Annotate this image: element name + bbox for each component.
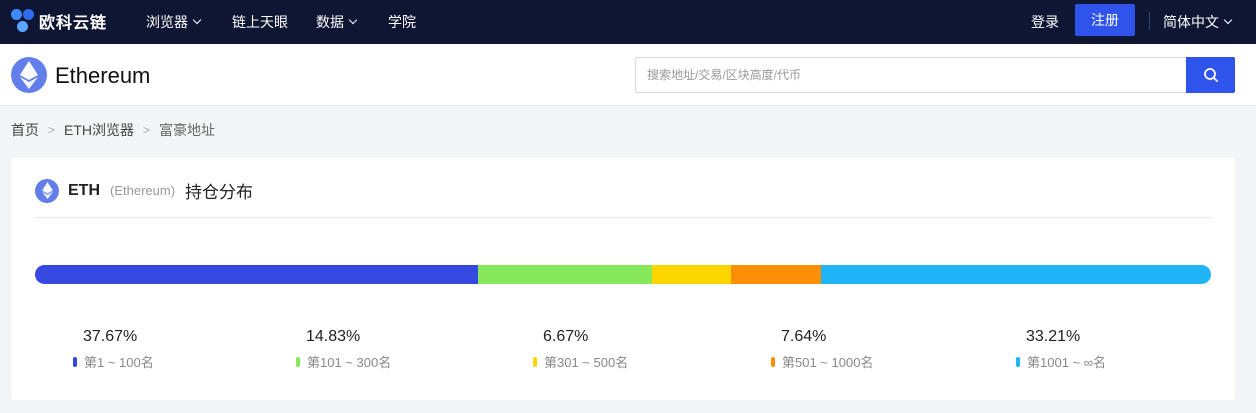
legend-range-label: 第101 ~ 300名 (307, 355, 392, 370)
nav-item-explorer[interactable]: 浏览器 (146, 12, 202, 32)
breadcrumb-separator: > (48, 123, 56, 137)
legend-range: 第1001 ~ ∞名 (1016, 352, 1106, 371)
legend-range: 第101 ~ 300名 (296, 352, 391, 371)
legend-color-swatch (1016, 356, 1020, 367)
chain-header: Ethereum (0, 44, 1256, 106)
brand-name: 欧科云链 (39, 15, 108, 32)
legend-color-swatch (771, 356, 775, 367)
register-button[interactable]: 注册 (1075, 4, 1135, 36)
page-title: Ethereum (55, 63, 151, 88)
breadcrumb-current: 富豪地址 (159, 122, 216, 138)
breadcrumb-separator: > (143, 123, 151, 137)
legend-percent: 37.67% (83, 328, 138, 345)
legend-percent: 7.64% (781, 328, 827, 345)
nav-item-onchain-eye[interactable]: 链上天眼 (232, 12, 288, 32)
nav-item-label: 数据 (316, 14, 344, 30)
legend-range-label: 第1001 ~ ∞名 (1027, 355, 1107, 370)
breadcrumb-home[interactable]: 首页 (11, 120, 39, 140)
chevron-down-icon (1223, 15, 1233, 25)
nav-item-academy[interactable]: 学院 (388, 12, 416, 32)
nav-item-data[interactable]: 数据 (316, 12, 358, 32)
distribution-segment[interactable] (477, 265, 653, 284)
coin-symbol: ETH (68, 181, 100, 199)
language-label: 简体中文 (1163, 14, 1219, 30)
brand-logo[interactable]: 欧科云链 (11, 9, 107, 33)
distribution-segment[interactable] (730, 265, 821, 284)
distribution-bar (35, 265, 1211, 284)
breadcrumb: 首页 > ETH浏览器 > 富豪地址 (11, 120, 215, 140)
distribution-segment[interactable] (820, 265, 1211, 284)
coin-name: (Ethereum) (110, 183, 176, 198)
holding-distribution-card: ETH (Ethereum) 持仓分布 37.67% 第1 ~ 100名 14.83… (11, 158, 1235, 400)
legend-item: 33.21% 第1001 ~ ∞名 (1016, 328, 1106, 371)
distribution-segment[interactable] (35, 265, 478, 284)
legend-percent: 14.83% (306, 328, 361, 345)
legend-percent: 6.67% (543, 328, 589, 345)
login-link[interactable]: 登录 (1031, 12, 1059, 32)
card-divider (35, 217, 1212, 218)
legend-range-label: 第301 ~ 500名 (544, 355, 629, 370)
nav-item-label: 链上天眼 (232, 14, 288, 30)
legend-range: 第1 ~ 100名 (73, 352, 154, 371)
legend-item: 6.67% 第301 ~ 500名 (533, 328, 628, 371)
search-input[interactable] (635, 57, 1186, 93)
breadcrumb-explorer[interactable]: ETH浏览器 (64, 120, 134, 140)
legend-range-label: 第501 ~ 1000名 (782, 355, 874, 370)
legend-color-swatch (73, 356, 77, 367)
nav-item-label: 浏览器 (146, 14, 188, 30)
legend-item: 37.67% 第1 ~ 100名 (73, 328, 154, 371)
legend-item: 7.64% 第501 ~ 1000名 (771, 328, 873, 371)
legend-range: 第501 ~ 1000名 (771, 352, 873, 371)
ethereum-icon (11, 57, 47, 93)
search-bar (635, 57, 1235, 93)
chevron-down-icon (348, 15, 358, 25)
legend-percent: 33.21% (1026, 328, 1081, 345)
search-button[interactable] (1186, 57, 1235, 93)
nav-divider (1149, 12, 1150, 30)
search-icon (1203, 68, 1218, 82)
brand-logo-icon (11, 9, 35, 33)
distribution-segment[interactable] (652, 265, 731, 284)
legend-range-label: 第1 ~ 100名 (84, 355, 154, 370)
legend-color-swatch (296, 356, 300, 367)
legend-item: 14.83% 第101 ~ 300名 (296, 328, 391, 371)
card-title: 持仓分布 (185, 183, 254, 202)
legend-range: 第301 ~ 500名 (533, 352, 628, 371)
legend-color-swatch (533, 356, 537, 367)
language-selector[interactable]: 简体中文 (1163, 12, 1233, 32)
top-navbar: 欧科云链 浏览器 链上天眼 数据 学院 登录 注册 简体中文 (0, 0, 1256, 44)
nav-item-label: 学院 (388, 14, 416, 30)
card-header: ETH (Ethereum) 持仓分布 (35, 178, 253, 203)
chevron-down-icon (192, 15, 202, 25)
ethereum-icon (35, 178, 59, 203)
